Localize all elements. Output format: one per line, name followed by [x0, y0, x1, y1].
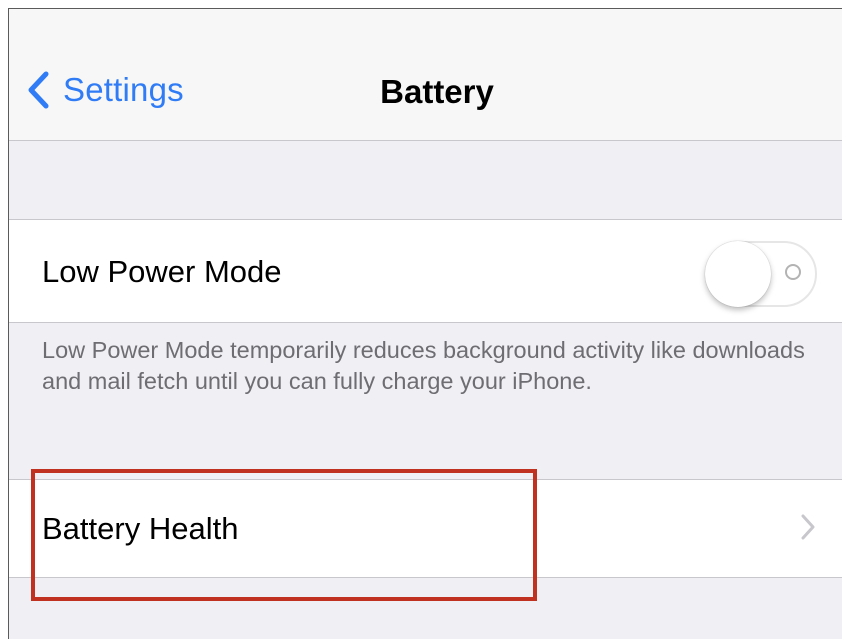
screenshot-frame: Settings Battery Low Power Mode Low Powe… — [0, 0, 842, 639]
toggle-knob — [705, 241, 771, 307]
low-power-mode-toggle[interactable] — [705, 241, 817, 307]
navigation-bar: Settings Battery — [9, 9, 842, 141]
battery-health-label: Battery Health — [42, 511, 239, 546]
battery-health-row[interactable]: Battery Health — [9, 479, 842, 578]
low-power-mode-row: Low Power Mode — [9, 219, 842, 323]
toggle-off-indicator-icon — [785, 264, 801, 280]
chevron-right-icon — [801, 514, 815, 540]
low-power-mode-description: Low Power Mode temporarily reduces backg… — [42, 337, 805, 394]
low-power-mode-label: Low Power Mode — [42, 254, 282, 289]
settings-screen: Settings Battery Low Power Mode Low Powe… — [8, 8, 842, 639]
page-title: Battery — [380, 73, 494, 110]
